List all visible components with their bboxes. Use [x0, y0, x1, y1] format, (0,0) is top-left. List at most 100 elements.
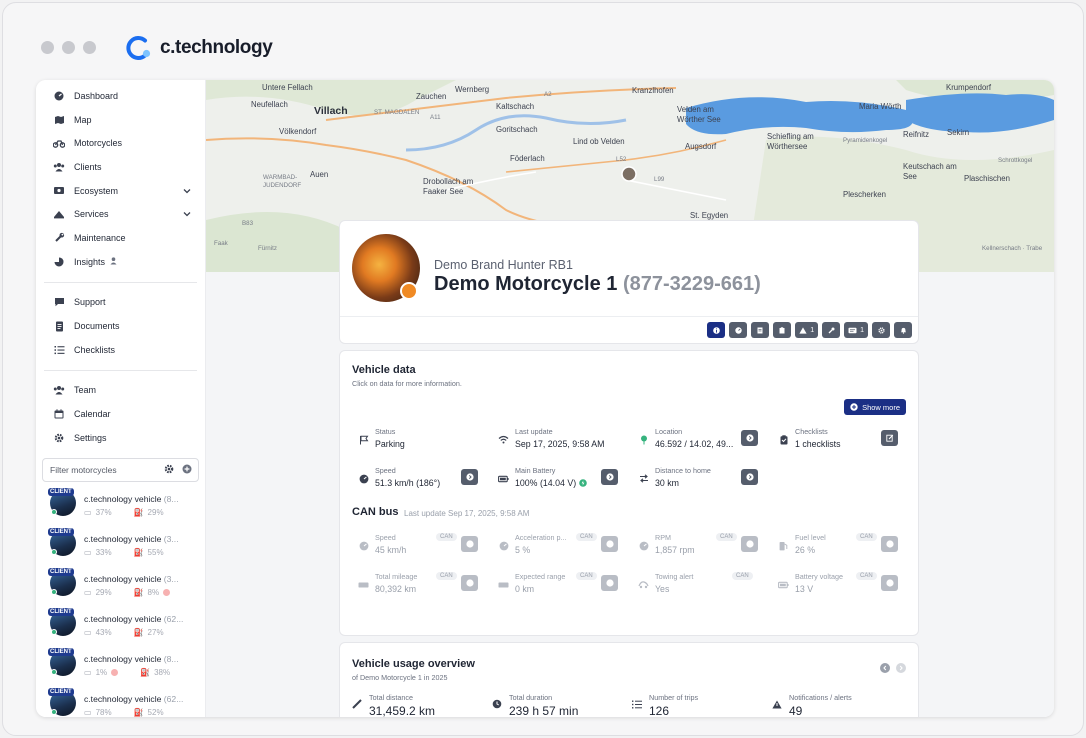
clipboard-button[interactable]	[773, 322, 792, 338]
field-main-battery[interactable]: Main Battery 100% (14.04 V)	[492, 466, 632, 498]
chevron-right-icon	[745, 540, 754, 548]
info-icon	[712, 326, 720, 334]
field-speed[interactable]: Speed 51.3 km/h (186°)	[352, 466, 492, 498]
sidebar-item-ecosystem[interactable]: Ecosystem	[36, 179, 205, 203]
edit-button[interactable]	[881, 430, 898, 446]
list-item[interactable]: CLIENT c.technology vehicle (62... ▭ 78% …	[36, 687, 205, 717]
map-label: L52	[616, 156, 627, 163]
open-button[interactable]	[881, 575, 898, 591]
motorcycle-icon	[53, 137, 65, 149]
add-icon[interactable]	[182, 464, 192, 476]
info-button[interactable]	[707, 322, 726, 338]
sidebar-item-motorcycles[interactable]: Motorcycles	[36, 131, 205, 155]
chevron-down-icon[interactable]	[183, 186, 191, 196]
avatar: CLIENT	[48, 647, 76, 676]
status-dot	[51, 548, 57, 555]
wrench-icon	[53, 232, 65, 244]
list-item[interactable]: CLIENT c.technology vehicle (8... ▭ 1% ⛽ 3…	[36, 647, 205, 688]
dashboard-button[interactable]	[729, 322, 748, 338]
can-field-towing-alert[interactable]: Towing alert Yes CAN	[632, 572, 772, 604]
client-badge: CLIENT	[48, 647, 74, 656]
sidebar-item-clients[interactable]: Clients	[36, 155, 205, 179]
chevron-down-icon[interactable]	[183, 209, 191, 219]
alerts-button[interactable]: 1	[795, 322, 819, 338]
sidebar-item-settings[interactable]: Settings	[36, 426, 205, 450]
settings-button[interactable]	[872, 322, 890, 338]
can-field-acceleration[interactable]: Acceleration p... 5 % CAN	[492, 533, 632, 565]
map-label: Augsdorf	[685, 142, 717, 151]
field-location[interactable]: Location 46.592 / 14.02, 49...	[632, 427, 772, 459]
field-last-update[interactable]: Last update Sep 17, 2025, 9:58 AM	[492, 427, 632, 459]
gauge-icon	[734, 326, 742, 334]
open-button[interactable]	[461, 469, 478, 485]
insights-icon	[53, 256, 65, 268]
gauge-icon	[638, 540, 649, 551]
sidebar-item-label: Ecosystem	[74, 185, 119, 196]
list-item[interactable]: CLIENT c.technology vehicle (3... ▭ 29% ⛽…	[36, 567, 205, 608]
sidebar-item-map[interactable]: Map	[36, 108, 205, 132]
field-checklists[interactable]: Checklists 1 checklists	[772, 427, 912, 459]
notifications-button[interactable]	[894, 322, 912, 338]
open-button[interactable]	[881, 536, 898, 552]
maintenance-button[interactable]	[822, 322, 841, 338]
previous-arrow-icon[interactable]	[880, 663, 890, 673]
open-button[interactable]	[741, 430, 758, 446]
open-button[interactable]	[601, 536, 618, 552]
map-icon	[53, 114, 65, 126]
map-label: Villach	[314, 105, 348, 117]
map-label: St. Egyden	[690, 211, 729, 220]
status-dot	[51, 588, 57, 595]
sidebar-item-calendar[interactable]: Calendar	[36, 402, 205, 426]
vehicle-meta: ▭ 29% ⛽ 8%	[84, 588, 205, 597]
battery-icon	[778, 579, 789, 590]
map-label: WARMBAD-JUDENDORF	[263, 174, 302, 189]
open-button[interactable]	[461, 575, 478, 591]
sidebar-item-documents[interactable]: Documents	[36, 314, 205, 338]
window-dot[interactable]	[41, 41, 54, 54]
vehicle-data-card: Vehicle data Click on data for more info…	[339, 350, 919, 636]
list-item[interactable]: CLIENT c.technology vehicle (3... ▭ 33% ⛽…	[36, 527, 205, 568]
open-button[interactable]	[461, 536, 478, 552]
can-field-rpm[interactable]: RPM 1,857 rpm CAN	[632, 533, 772, 565]
sidebar-item-dashboard[interactable]: Dashboard	[36, 84, 205, 108]
vehicle-meta: ▭ 43% ⛽ 27%	[84, 627, 164, 637]
map-label: Völkendorf	[279, 127, 317, 136]
logbook-icon	[757, 327, 763, 333]
sidebar-item-insights[interactable]: Insights	[36, 250, 205, 274]
can-field-expected-range[interactable]: Expected range 0 km CAN	[492, 572, 632, 604]
avatar: CLIENT	[48, 687, 76, 716]
list-item[interactable]: CLIENT c.technology vehicle (8... ▭ 37% ⛽…	[36, 487, 205, 528]
show-more-button[interactable]: Show more	[844, 399, 906, 415]
divider	[44, 281, 197, 283]
messages-button[interactable]: 1	[844, 322, 868, 338]
field-status[interactable]: Status Parking	[352, 427, 492, 459]
open-button[interactable]	[741, 469, 758, 485]
sidebar-item-support[interactable]: Support	[36, 291, 205, 315]
open-button[interactable]	[601, 575, 618, 591]
battery-icon: ▭	[84, 667, 92, 677]
window-dot[interactable]	[62, 41, 75, 54]
list-item[interactable]: CLIENT c.technology vehicle (62... ▭ 43% …	[36, 607, 205, 648]
field-distance-home[interactable]: Distance to home 30 km	[632, 466, 772, 498]
open-button[interactable]	[741, 536, 758, 552]
sidebar-item-services[interactable]: Services	[36, 202, 205, 226]
status-indicator	[400, 282, 418, 300]
sidebar-item-team[interactable]: Team	[36, 379, 205, 403]
map-label: Plaschischen	[964, 174, 1010, 183]
sidebar-item-maintenance[interactable]: Maintenance	[36, 226, 205, 250]
next-arrow-icon[interactable]	[896, 663, 906, 673]
can-bus-title: CAN bus	[352, 506, 399, 518]
sidebar-item-checklists[interactable]: Checklists	[36, 338, 205, 362]
window-dot[interactable]	[83, 41, 96, 54]
can-field-total-mileage[interactable]: Total mileage 80,392 km CAN	[352, 572, 492, 604]
gear-icon[interactable]	[164, 464, 174, 476]
open-button[interactable]	[601, 469, 618, 485]
logbook-button[interactable]	[751, 322, 770, 338]
filter-motorcycles-input[interactable]: Filter motorcycles	[42, 457, 199, 482]
can-field-battery-voltage[interactable]: Battery voltage 13 V CAN	[772, 572, 912, 604]
client-badge: CLIENT	[48, 567, 74, 576]
page-title: Demo Motorcycle 1 (877-3229-661)	[434, 273, 761, 295]
can-field-speed[interactable]: Speed 45 km/h CAN	[352, 533, 492, 565]
can-field-fuel-level[interactable]: Fuel level 26 % CAN	[772, 533, 912, 565]
battery-icon	[498, 473, 509, 484]
